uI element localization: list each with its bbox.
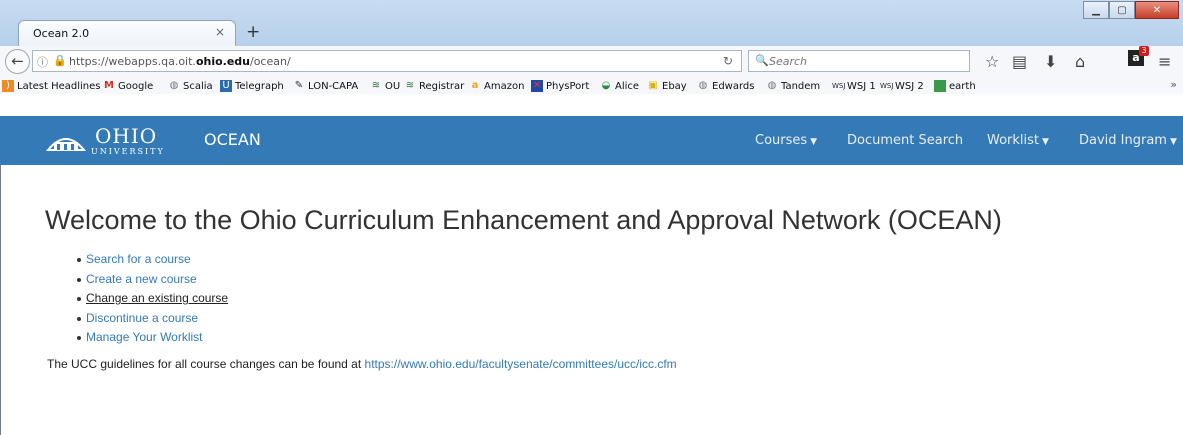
bookmark-wsj-1[interactable]: WSJ WSJ 1	[832, 80, 876, 92]
reading-list-icon[interactable]: ▤	[1012, 52, 1027, 71]
logo-ohio-text[interactable]: OHIO	[95, 124, 157, 148]
nav-worklist[interactable]: Worklist ▼	[987, 133, 1049, 148]
nav-document-search[interactable]: Document Search	[847, 133, 963, 148]
amazon-icon: a	[471, 80, 479, 91]
brand-ocean[interactable]: OCEAN	[204, 130, 261, 149]
tab-close-icon[interactable]: ×	[215, 25, 225, 39]
globe-icon: ◍	[767, 80, 777, 91]
link-change-course[interactable]: Change an existing course	[60, 289, 228, 309]
page-border	[0, 165, 1, 435]
url-bar[interactable]: ⓘ 🔒 https://webapps.qa.oit.ohio.edu/ocea…	[32, 50, 742, 72]
bookmark-latest-headlines[interactable]: ) Latest Headlines	[2, 80, 101, 92]
new-tab-button[interactable]: +	[246, 22, 260, 42]
bookmark-tandem[interactable]: ◍ Tandem	[766, 80, 821, 92]
ebay-icon: ▣	[648, 80, 658, 91]
bookmarks-bar: ) Latest Headlines M Google ◍ Scalia U T…	[0, 76, 1183, 94]
caret-down-icon: ▼	[1169, 137, 1177, 147]
caret-down-icon: ▼	[1042, 137, 1049, 147]
menu-icon[interactable]: ≡	[1158, 52, 1171, 71]
bookmark-lon-capa[interactable]: ✎ LON-CAPA	[293, 80, 358, 92]
back-arrow-icon[interactable]: ←	[5, 49, 30, 74]
physport-icon: ✕	[531, 80, 543, 92]
bookmark-earth[interactable]: earth	[934, 80, 976, 92]
minimize-icon[interactable]: ▁	[1083, 1, 1109, 19]
link-manage-worklist[interactable]: Manage Your Worklist	[60, 328, 228, 348]
ohio-seal-icon: ≋	[371, 80, 381, 91]
home-icon[interactable]: ⌂	[1075, 52, 1085, 71]
action-links-list: Search for a course Create a new course …	[60, 250, 228, 348]
globe-icon: ◍	[698, 80, 708, 91]
page-title: Welcome to the Ohio Curriculum Enhanceme…	[45, 205, 1002, 235]
search-icon: 🔍	[755, 54, 769, 67]
link-search-course[interactable]: Search for a course	[60, 250, 228, 270]
browser-titlebar: Ocean 2.0 × + ▁ ▢ ✕	[0, 0, 1183, 47]
site-header: OHIO UNIVERSITY OCEAN Courses ▼ Document …	[0, 116, 1183, 165]
gmail-icon: M	[104, 80, 114, 91]
bookmark-ou[interactable]: ≋ OU	[370, 80, 400, 92]
ohio-seal-icon: ≋	[405, 80, 415, 91]
download-icon[interactable]: ⬇	[1044, 52, 1057, 71]
close-window-icon[interactable]: ✕	[1135, 1, 1179, 19]
loncapa-icon: ✎	[294, 80, 304, 91]
reload-icon[interactable]: ↻	[723, 54, 733, 68]
bookmark-physport[interactable]: ✕ PhysPort	[531, 80, 589, 92]
nav-user-menu[interactable]: David Ingram ▼	[1079, 133, 1177, 148]
window-controls: ▁ ▢ ✕	[1083, 1, 1179, 19]
nav-courses[interactable]: Courses ▼	[755, 133, 817, 148]
bookmarks-overflow-icon[interactable]: »	[1170, 78, 1177, 91]
url-text[interactable]: https://webapps.qa.oit.ohio.edu/ocean/	[69, 55, 291, 68]
alice-icon: ◒	[601, 80, 611, 91]
wsj-icon: WSJ	[880, 82, 894, 90]
browser-tab[interactable]: Ocean 2.0 ×	[18, 20, 236, 47]
search-bar[interactable]: 🔍 Search	[748, 50, 970, 72]
bookmark-star-icon[interactable]: ☆	[985, 52, 999, 71]
bookmark-scalia[interactable]: ◍ Scalia	[168, 80, 213, 92]
tab-title: Ocean 2.0	[33, 27, 90, 40]
link-discontinue-course[interactable]: Discontinue a course	[60, 309, 228, 329]
guideline-paragraph: The UCC guidelines for all course change…	[47, 357, 677, 371]
bookmark-amazon[interactable]: a Amazon	[469, 80, 525, 92]
bookmark-telegraph[interactable]: U Telegraph	[220, 80, 284, 92]
bookmark-wsj-2[interactable]: WSJ WSJ 2	[880, 80, 924, 92]
search-placeholder: Search	[769, 55, 808, 68]
globe-icon: ◍	[169, 80, 179, 91]
info-icon[interactable]: ⓘ	[37, 54, 48, 70]
maximize-icon[interactable]: ▢	[1109, 1, 1135, 19]
guideline-link[interactable]: https://www.ohio.edu/facultysenate/commi…	[365, 357, 677, 371]
bookmark-registrar[interactable]: ≋ Registrar	[404, 80, 464, 92]
bookmark-alice[interactable]: ◒ Alice	[600, 80, 639, 92]
link-create-course[interactable]: Create a new course	[60, 270, 228, 290]
notification-count-badge: 3	[1139, 46, 1149, 56]
logo-university-text[interactable]: UNIVERSITY	[91, 147, 165, 156]
lock-icon[interactable]: 🔒	[53, 54, 67, 67]
browser-toolbar: ← ⓘ 🔒 https://webapps.qa.oit.ohio.edu/oc…	[0, 46, 1183, 94]
bookmark-ebay[interactable]: ▣ Ebay	[647, 80, 686, 92]
guideline-text: The UCC guidelines for all course change…	[47, 357, 362, 371]
telegraph-icon: U	[220, 80, 232, 92]
ohio-seal-logo[interactable]	[46, 130, 86, 152]
wsj-icon: WSJ	[832, 82, 846, 90]
rss-icon: )	[2, 80, 14, 92]
earth-icon	[934, 80, 946, 92]
caret-down-icon: ▼	[810, 137, 818, 147]
bookmark-edwards[interactable]: ◍ Edwards	[697, 80, 755, 92]
bookmark-google[interactable]: M Google	[103, 80, 153, 92]
